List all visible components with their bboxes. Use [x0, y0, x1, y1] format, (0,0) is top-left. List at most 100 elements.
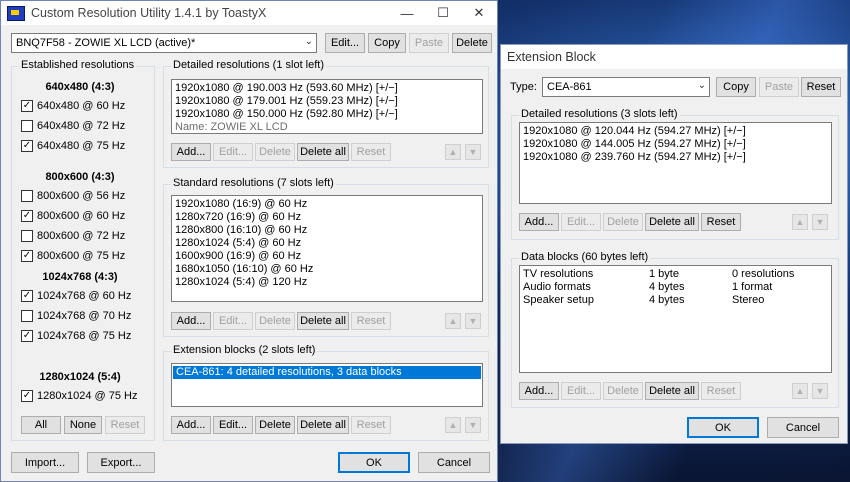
copy-monitor-button[interactable]: Copy [368, 33, 406, 53]
ext-delete-detailed-button[interactable]: Delete [603, 213, 643, 231]
established-checkbox-row[interactable]: ✓ 1024x768 @ 60 Hz [21, 290, 131, 302]
delete-monitor-button[interactable]: Delete [452, 33, 492, 53]
monitor-select[interactable]: BNQ7F58 - ZOWIE XL LCD (active)* ⌄ [11, 33, 317, 53]
move-down-icon[interactable]: ▼ [812, 383, 828, 399]
ext-detailed-list[interactable]: 1920x1080 @ 120.044 Hz (594.27 MHz) [+/−… [519, 122, 832, 204]
edit-extension-button[interactable]: Edit... [213, 416, 253, 434]
ext-reset-detailed-button[interactable]: Reset [701, 213, 741, 231]
ext-reset-button[interactable]: Reset [801, 77, 841, 97]
move-down-icon[interactable]: ▼ [465, 417, 481, 433]
ext-delete-all-data-block-button[interactable]: Delete all [645, 382, 699, 400]
move-down-icon[interactable]: ▼ [465, 144, 481, 160]
list-item[interactable]: 1920x1080 @ 144.005 Hz (594.27 MHz) [+/−… [520, 138, 831, 151]
extension-list[interactable]: CEA-861: 4 detailed resolutions, 3 data … [171, 363, 483, 407]
established-checkbox-row[interactable]: ✓ 640x480 @ 60 Hz [21, 100, 125, 112]
standard-list[interactable]: 1920x1080 (16:9) @ 60 Hz 1280x720 (16:9) … [171, 195, 483, 302]
list-item[interactable]: 1280x720 (16:9) @ 60 Hz [172, 211, 482, 224]
ext-delete-data-block-button[interactable]: Delete [603, 382, 643, 400]
all-button[interactable]: All [21, 416, 61, 434]
monitor-name-row[interactable]: Name: ZOWIE XL LCD [172, 121, 482, 134]
ext-copy-button[interactable]: Copy [716, 77, 756, 97]
checkbox-unchecked[interactable] [21, 120, 33, 132]
add-extension-button[interactable]: Add... [171, 416, 211, 434]
delete-all-standard-button[interactable]: Delete all [297, 312, 349, 330]
checkbox-checked[interactable]: ✓ [21, 290, 33, 302]
ext-edit-detailed-button[interactable]: Edit... [561, 213, 601, 231]
add-detailed-button[interactable]: Add... [171, 143, 211, 161]
ok-button[interactable]: OK [338, 452, 410, 473]
established-checkbox-row[interactable]: 640x480 @ 72 Hz [21, 120, 125, 132]
established-checkbox-row[interactable]: ✓ 800x600 @ 75 Hz [21, 250, 125, 262]
ext-delete-all-detailed-button[interactable]: Delete all [645, 213, 699, 231]
list-item[interactable]: 1920x1080 (16:9) @ 60 Hz [172, 198, 482, 211]
checkbox-checked[interactable]: ✓ [21, 140, 33, 152]
import-button[interactable]: Import... [11, 452, 79, 473]
established-checkbox-row[interactable]: 800x600 @ 72 Hz [21, 230, 125, 242]
delete-all-extension-button[interactable]: Delete all [297, 416, 349, 434]
established-checkbox-row[interactable]: 1024x768 @ 70 Hz [21, 310, 131, 322]
checkbox-checked[interactable]: ✓ [21, 390, 33, 402]
table-row[interactable]: Audio formats 4 bytes 1 format [520, 281, 831, 294]
type-select[interactable]: CEA-861 ⌄ [542, 77, 710, 97]
move-up-icon[interactable]: ▲ [445, 144, 461, 160]
list-item[interactable]: 1280x1024 (5:4) @ 60 Hz [172, 237, 482, 250]
delete-extension-button[interactable]: Delete [255, 416, 295, 434]
move-down-icon[interactable]: ▼ [465, 313, 481, 329]
list-item[interactable]: 1600x900 (16:9) @ 60 Hz [172, 250, 482, 263]
move-up-icon[interactable]: ▲ [792, 214, 808, 230]
checkbox-unchecked[interactable] [21, 190, 33, 202]
reset-established-button[interactable]: Reset [105, 416, 145, 434]
list-item[interactable]: 1920x1080 @ 120.044 Hz (594.27 MHz) [+/−… [520, 125, 831, 138]
data-blocks-list[interactable]: TV resolutions 1 byte 0 resolutions Audio f… [519, 265, 832, 373]
checkbox-unchecked[interactable] [21, 230, 33, 242]
established-checkbox-row[interactable]: ✓ 1280x1024 @ 75 Hz [21, 390, 137, 402]
minimize-icon[interactable]: — [389, 1, 425, 25]
move-up-icon[interactable]: ▲ [792, 383, 808, 399]
detailed-list[interactable]: 1920x1080 @ 190.003 Hz (593.60 MHz) [+/−… [171, 79, 483, 134]
checkbox-checked[interactable]: ✓ [21, 250, 33, 262]
delete-all-detailed-button[interactable]: Delete all [297, 143, 349, 161]
list-item[interactable]: 1280x800 (16:10) @ 60 Hz [172, 224, 482, 237]
reset-extension-button[interactable]: Reset [351, 416, 391, 434]
list-item[interactable]: 1920x1080 @ 239.760 Hz (594.27 MHz) [+/−… [520, 151, 831, 164]
edit-detailed-button[interactable]: Edit... [213, 143, 253, 161]
established-checkbox-row[interactable]: ✓ 800x600 @ 60 Hz [21, 210, 125, 222]
ext-cancel-button[interactable]: Cancel [767, 417, 839, 438]
list-item[interactable]: 1920x1080 @ 179.001 Hz (559.23 MHz) [+/−… [172, 95, 482, 108]
edit-monitor-button[interactable]: Edit... [325, 33, 365, 53]
edit-standard-button[interactable]: Edit... [213, 312, 253, 330]
add-standard-button[interactable]: Add... [171, 312, 211, 330]
reset-detailed-button[interactable]: Reset [351, 143, 391, 161]
ext-add-data-block-button[interactable]: Add... [519, 382, 559, 400]
checkbox-checked[interactable]: ✓ [21, 100, 33, 112]
checkbox-checked[interactable]: ✓ [21, 210, 33, 222]
established-checkbox-row[interactable]: 800x600 @ 56 Hz [21, 190, 125, 202]
checkbox-checked[interactable]: ✓ [21, 330, 33, 342]
ext-paste-button[interactable]: Paste [759, 77, 799, 97]
delete-detailed-button[interactable]: Delete [255, 143, 295, 161]
move-up-icon[interactable]: ▲ [445, 417, 461, 433]
delete-standard-button[interactable]: Delete [255, 312, 295, 330]
paste-monitor-button[interactable]: Paste [409, 33, 449, 53]
established-checkbox-row[interactable]: ✓ 1024x768 @ 75 Hz [21, 330, 131, 342]
maximize-icon[interactable]: ☐ [425, 1, 461, 25]
reset-standard-button[interactable]: Reset [351, 312, 391, 330]
none-button[interactable]: None [64, 416, 102, 434]
export-button[interactable]: Export... [87, 452, 155, 473]
list-item[interactable]: 1920x1080 @ 190.003 Hz (593.60 MHz) [+/−… [172, 82, 482, 95]
table-row[interactable]: TV resolutions 1 byte 0 resolutions [520, 268, 831, 281]
list-item-selected[interactable]: CEA-861: 4 detailed resolutions, 3 data … [173, 366, 481, 379]
table-row[interactable]: Speaker setup 4 bytes Stereo [520, 294, 831, 307]
cancel-button[interactable]: Cancel [418, 452, 490, 473]
ext-ok-button[interactable]: OK [687, 417, 759, 438]
list-item[interactable]: 1920x1080 @ 150.000 Hz (592.80 MHz) [+/−… [172, 108, 482, 121]
move-up-icon[interactable]: ▲ [445, 313, 461, 329]
list-item[interactable]: 1280x1024 (5:4) @ 120 Hz [172, 276, 482, 289]
ext-edit-data-block-button[interactable]: Edit... [561, 382, 601, 400]
ext-add-detailed-button[interactable]: Add... [519, 213, 559, 231]
move-down-icon[interactable]: ▼ [812, 214, 828, 230]
close-icon[interactable]: ✕ [461, 1, 497, 25]
ext-reset-data-block-button[interactable]: Reset [701, 382, 741, 400]
checkbox-unchecked[interactable] [21, 310, 33, 322]
list-item[interactable]: 1680x1050 (16:10) @ 60 Hz [172, 263, 482, 276]
